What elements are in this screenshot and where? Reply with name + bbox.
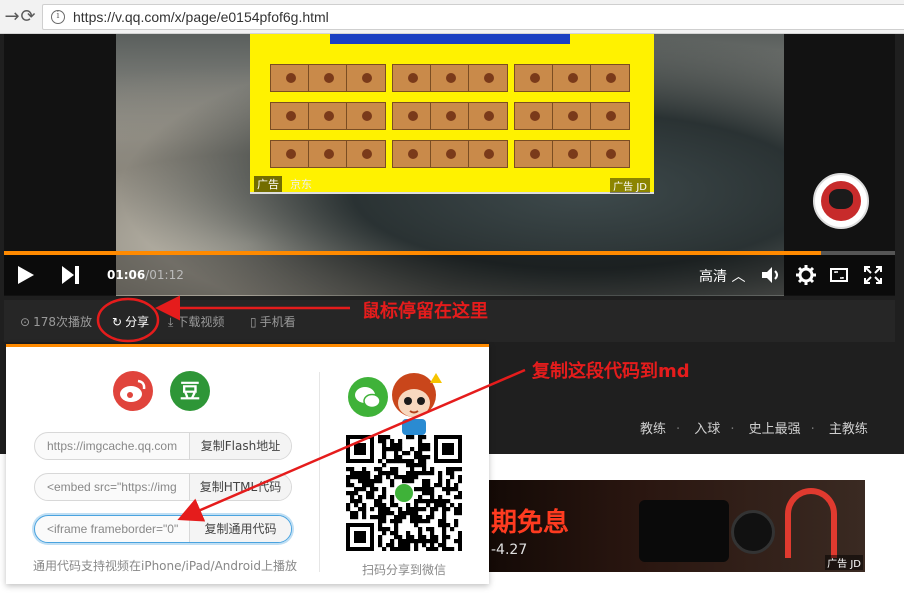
time-display: 01:06/01:12 [107, 268, 184, 282]
play-icon[interactable] [16, 265, 36, 285]
address-bar[interactable]: i https://v.qq.com/x/page/e0154pfof6g.ht… [42, 4, 904, 30]
product-box [346, 102, 386, 130]
product-box [468, 64, 508, 92]
product-box [552, 102, 592, 130]
banner-date: -4.27 [491, 542, 528, 558]
product-box [270, 64, 310, 92]
ad-advertiser: 京东 [290, 178, 312, 191]
play-circle-icon: ⊙ [20, 315, 31, 329]
product-box [392, 64, 432, 92]
current-time: 01:06 [107, 268, 146, 282]
ad-overlay[interactable]: 广告 京东 广告 JD [250, 34, 654, 194]
mascot-image [392, 373, 442, 435]
ad-banner-strip [330, 34, 570, 44]
banner-headline: 期免息 [491, 508, 570, 538]
ad-badge: 广告 [254, 176, 282, 192]
product-box [514, 140, 554, 168]
banner-ad[interactable]: 期免息 -4.27 广告 JD [489, 480, 865, 572]
download-icon: ⤓ [168, 315, 174, 329]
share-button[interactable]: ↻ 分享 [112, 313, 149, 330]
tag-item[interactable]: 主教练 [829, 422, 868, 437]
info-icon[interactable]: i [51, 10, 65, 24]
mobile-watch-button[interactable]: ▯ 手机看 [250, 313, 296, 330]
wechat-icon[interactable] [348, 377, 388, 417]
product-box [346, 140, 386, 168]
product-box [346, 64, 386, 92]
share-icon: ↻ [112, 315, 123, 329]
url-text[interactable]: https://v.qq.com/x/page/e0154pfof6g.html [73, 9, 329, 25]
divider [319, 372, 320, 572]
product-box [308, 102, 348, 130]
douban-share-button[interactable]: 豆 [170, 371, 210, 411]
product-box [270, 140, 310, 168]
banner-ad-tag: 广告 JD [825, 555, 863, 570]
wechat-qr-code [346, 435, 462, 551]
product-box [430, 64, 470, 92]
play-count: ⊙ 178次播放 [20, 315, 92, 329]
douban-icon: 豆 [180, 379, 200, 403]
iframe-code-field[interactable]: <iframe frameborder="0" 复制通用代码 [34, 515, 292, 543]
settings-gear-icon[interactable] [795, 264, 817, 286]
next-icon[interactable] [60, 265, 82, 285]
tag-item[interactable]: 教练 [640, 422, 666, 437]
browser-toolbar: → ⟳ i https://v.qq.com/x/page/e0154pfof6… [0, 0, 904, 34]
copy-annotation: 复制这段代码到md [532, 361, 690, 382]
product-box [430, 140, 470, 168]
product-box [552, 64, 592, 92]
ad-corner-tag: 广告 JD [610, 178, 650, 193]
scan-to-share-text: 扫码分享到微信 [362, 563, 447, 577]
volume-icon[interactable] [760, 265, 782, 285]
opera-mask-logo [813, 173, 869, 229]
reload-icon[interactable]: ⟳ [18, 7, 38, 27]
video-tags: 教练 · 入球 · 史上最强 · 主教练 [640, 422, 868, 437]
product-box [514, 64, 554, 92]
product-box [430, 102, 470, 130]
product-box [308, 140, 348, 168]
product-box [590, 140, 630, 168]
tag-item[interactable]: 入球 [694, 422, 720, 437]
product-box [392, 102, 432, 130]
copy-flash-button[interactable]: 复制Flash地址 [189, 433, 291, 459]
weibo-icon [120, 379, 146, 402]
fullscreen-icon[interactable] [863, 265, 883, 285]
product-box [270, 102, 310, 130]
widescreen-icon[interactable] [829, 265, 849, 285]
headphone-image [785, 488, 837, 558]
universal-code-note: 通用代码支持视频在iPhone/iPad/Android上播放 [33, 559, 297, 573]
chevron-up-icon: ︿ [731, 269, 746, 285]
product-box [590, 102, 630, 130]
hover-annotation: 鼠标停留在这里 [362, 301, 488, 322]
product-box [468, 140, 508, 168]
tag-item[interactable]: 史上最强 [749, 422, 801, 437]
product-box [552, 140, 592, 168]
product-box [514, 102, 554, 130]
html-code-field[interactable]: <embed src="https://img 复制HTML代码 [34, 473, 292, 501]
share-panel: 豆 https://imgcache.qq.com 复制Flash地址 <emb… [6, 344, 489, 584]
total-time: 01:12 [149, 268, 184, 282]
quality-selector[interactable]: 高清 ︿ [699, 266, 745, 286]
flash-url-field[interactable]: https://imgcache.qq.com 复制Flash地址 [34, 432, 292, 460]
copy-html-button[interactable]: 复制HTML代码 [189, 474, 291, 500]
phone-icon: ▯ [250, 315, 257, 329]
router-image [639, 500, 729, 562]
weibo-share-button[interactable] [113, 371, 153, 411]
product-box [392, 140, 432, 168]
product-box [308, 64, 348, 92]
product-box [590, 64, 630, 92]
download-button[interactable]: ⤓ 下载视频 [168, 313, 224, 330]
product-box [468, 102, 508, 130]
copy-iframe-button[interactable]: 复制通用代码 [189, 516, 291, 542]
speaker-image [731, 510, 775, 554]
player-controls: 01:06/01:12 高清 ︿ [4, 255, 895, 295]
